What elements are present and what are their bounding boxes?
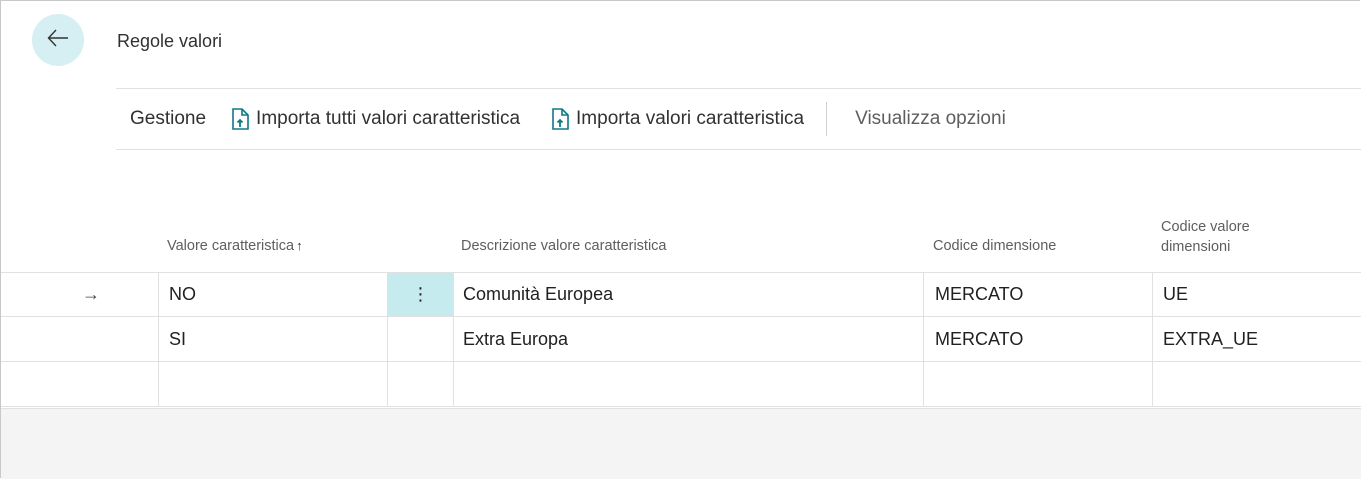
import-all-values-button[interactable]: Importa tutti valori caratteristica <box>230 107 520 131</box>
cell-descrizione[interactable]: Extra Europa <box>463 317 568 361</box>
row-indicator <box>61 317 121 361</box>
column-divider <box>158 273 159 316</box>
import-values-label: Importa valori caratteristica <box>576 108 805 129</box>
column-divider <box>1152 317 1153 361</box>
values-grid: Valore caratteristica ↑ Descrizione valor… <box>1 151 1361 409</box>
sort-ascending-icon: ↑ <box>296 238 303 253</box>
cell-valore[interactable]: SI <box>169 317 186 361</box>
column-divider <box>1152 273 1153 316</box>
cell-codice-valore[interactable]: EXTRA_UE <box>1163 317 1258 361</box>
column-header-codice-dimensione[interactable]: Codice dimensione <box>933 236 1056 256</box>
view-options-button[interactable]: Visualizza opzioni <box>855 108 1006 130</box>
column-header-valore-label: Valore caratteristica <box>167 238 295 254</box>
row-actions-cell[interactable] <box>388 362 453 406</box>
action-bar: Gestione Importa tutti valori caratteris… <box>116 88 1361 150</box>
table-row[interactable]: SI Extra Europa MERCATO EXTRA_UE <box>1 317 1361 362</box>
column-divider <box>923 317 924 361</box>
table-row[interactable]: → NO ⋮ Comunità Europea MERCATO UE <box>1 272 1361 317</box>
column-header-codice-valore[interactable]: Codice valore dimensioni <box>1161 217 1301 257</box>
table-row-new[interactable] <box>1 362 1361 407</box>
cell-descrizione[interactable]: Comunità Europea <box>463 273 613 316</box>
column-divider <box>923 362 924 406</box>
back-button[interactable] <box>32 14 84 66</box>
column-divider <box>1152 362 1153 406</box>
column-divider <box>158 317 159 361</box>
column-divider <box>453 273 454 316</box>
column-header-valore[interactable]: Valore caratteristica ↑ <box>167 236 303 256</box>
grid-footer-area <box>1 408 1361 479</box>
column-divider <box>158 362 159 406</box>
cell-codice-dimensione[interactable]: MERCATO <box>935 273 1023 316</box>
document-import-icon <box>230 107 252 131</box>
document-import-icon <box>550 107 572 131</box>
column-divider <box>453 317 454 361</box>
column-divider <box>923 273 924 316</box>
action-separator <box>826 102 828 136</box>
gestione-menu[interactable]: Gestione <box>130 108 206 130</box>
column-header-descrizione[interactable]: Descrizione valore caratteristica <box>461 236 667 256</box>
row-indicator <box>61 362 121 406</box>
arrow-left-icon <box>47 29 69 52</box>
column-divider <box>453 362 454 406</box>
import-all-values-label: Importa tutti valori caratteristica <box>256 108 521 129</box>
row-actions-icon[interactable]: ⋮ <box>388 273 453 316</box>
row-actions-cell[interactable] <box>388 317 453 361</box>
current-row-arrow-icon: → <box>82 284 100 304</box>
cell-codice-dimensione[interactable]: MERCATO <box>935 317 1023 361</box>
page-title: Regole valori <box>117 31 223 51</box>
cell-codice-valore[interactable]: UE <box>1163 273 1188 316</box>
cell-valore[interactable]: NO <box>169 273 196 316</box>
import-values-button[interactable]: Importa valori caratteristica <box>550 107 804 131</box>
